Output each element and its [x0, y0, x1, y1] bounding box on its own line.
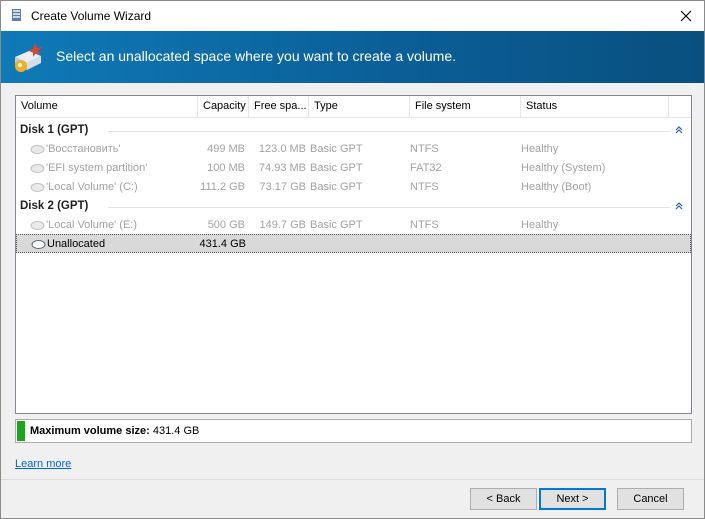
cell-capacity: 111.2 GB	[200, 181, 245, 193]
cell-free-space: 149.7 GB	[259, 219, 306, 231]
wizard-banner: Select an unallocated space where you wa…	[1, 31, 704, 83]
group-header-disk-2[interactable]: Disk 2 (GPT)	[16, 197, 691, 216]
cell-type: Basic GPT	[310, 143, 363, 155]
footer-divider	[1, 479, 704, 480]
list-header: Volume Capacity Free spa... Type File sy…	[16, 96, 691, 118]
cell-capacity: 500 GB	[207, 219, 245, 231]
cell-volume: 'EFI system partition'	[46, 162, 148, 174]
back-button[interactable]: < Back	[470, 488, 537, 510]
cell-volume: 'Восстановить'	[46, 143, 121, 155]
group-divider	[108, 207, 670, 208]
cell-file-system: NTFS	[410, 181, 439, 193]
disk-icon	[30, 145, 45, 154]
column-header-status[interactable]: Status	[521, 96, 669, 117]
window-title: Create Volume Wizard	[31, 9, 152, 23]
next-button[interactable]: Next >	[539, 488, 606, 510]
cell-file-system: NTFS	[410, 219, 439, 231]
cell-free-space: 73.17 GB	[259, 181, 306, 193]
close-button[interactable]	[668, 1, 704, 31]
disk-icon	[30, 221, 45, 230]
cell-volume: 'Local Volume' (E:)	[46, 219, 138, 231]
cell-capacity: 431.4 GB	[199, 238, 246, 250]
cell-file-system: NTFS	[410, 143, 439, 155]
cell-status: Healthy (Boot)	[521, 181, 592, 193]
cell-capacity: 100 MB	[207, 162, 245, 174]
table-row[interactable]: 'Local Volume' (E:) 500 GB 149.7 GB Basi…	[16, 216, 691, 235]
wizard-icon	[12, 9, 21, 21]
cell-volume: 'Local Volume' (C:)	[46, 181, 138, 193]
disk-icon	[30, 164, 45, 173]
size-indicator-bar	[17, 421, 25, 441]
banner-instruction: Select an unallocated space where you wa…	[56, 48, 457, 64]
cell-status: Healthy	[521, 143, 559, 155]
max-volume-size-label: Maximum volume size:	[30, 425, 150, 437]
cell-type: Basic GPT	[310, 181, 363, 193]
column-header-volume[interactable]: Volume	[16, 96, 198, 117]
cell-status: Healthy (System)	[521, 162, 606, 174]
title-bar: Create Volume Wizard	[1, 1, 704, 31]
cancel-button[interactable]: Cancel	[617, 488, 684, 510]
group-divider	[108, 131, 670, 132]
column-header-capacity[interactable]: Capacity	[198, 96, 249, 117]
wizard-window: Create Volume Wizard Select an unallocat…	[0, 0, 705, 519]
cell-type: Basic GPT	[310, 219, 363, 231]
chevron-double-up-icon[interactable]	[673, 200, 685, 212]
max-volume-size-value: 431.4 GB	[152, 425, 200, 437]
table-row[interactable]: 'Восстановить' 499 MB 123.0 MB Basic GPT…	[16, 140, 691, 159]
max-volume-size-text: Maximum volume size: 431.4 GB	[30, 425, 199, 437]
table-row[interactable]: 'EFI system partition' 100 MB 74.93 MB B…	[16, 159, 691, 178]
group-label: Disk 1 (GPT)	[20, 124, 89, 136]
cell-free-space: 74.93 MB	[258, 162, 306, 174]
table-row[interactable]: 'Local Volume' (C:) 111.2 GB 73.17 GB Ba…	[16, 178, 691, 197]
table-row-selected[interactable]: Unallocated 431.4 GB	[16, 234, 691, 253]
cell-type: Basic GPT	[310, 162, 363, 174]
wizard-icon	[15, 43, 42, 72]
cell-file-system: FAT32	[410, 162, 442, 174]
cell-free-space: 123.0 MB	[258, 143, 306, 155]
column-header-type[interactable]: Type	[309, 96, 410, 117]
close-icon	[680, 10, 692, 22]
column-header-free-space[interactable]: Free spa...	[249, 96, 309, 117]
cell-volume: Unallocated	[47, 238, 106, 250]
chevron-double-up-icon[interactable]	[673, 124, 685, 136]
group-label: Disk 2 (GPT)	[20, 200, 89, 212]
group-header-disk-1[interactable]: Disk 1 (GPT)	[16, 121, 691, 140]
cell-capacity: 499 MB	[207, 143, 245, 155]
learn-more-link[interactable]: Learn more	[15, 458, 71, 470]
disk-icon	[30, 183, 45, 192]
cell-status: Healthy	[521, 219, 559, 231]
column-header-file-system[interactable]: File system	[410, 96, 521, 117]
volume-list[interactable]: Volume Capacity Free spa... Type File sy…	[15, 95, 692, 414]
max-volume-size-panel: Maximum volume size: 431.4 GB	[15, 419, 692, 443]
disk-icon	[31, 240, 46, 249]
